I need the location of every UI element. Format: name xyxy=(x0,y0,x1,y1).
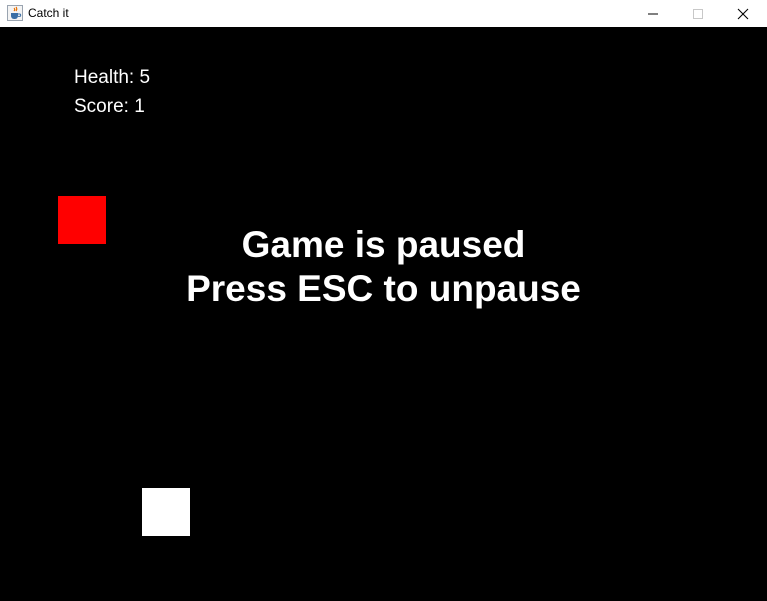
minimize-icon xyxy=(648,13,658,14)
player-block xyxy=(142,488,190,536)
pause-hint: Press ESC to unpause xyxy=(186,268,581,309)
pause-message: Game is paused Press ESC to unpause xyxy=(0,223,767,311)
score-counter: Score: 1 xyxy=(74,96,145,117)
minimize-button[interactable] xyxy=(630,0,676,27)
maximize-button[interactable] xyxy=(675,0,721,27)
game-window: Catch it Health: 5 Score: 1 Game is paus… xyxy=(0,0,767,601)
close-button[interactable] xyxy=(720,0,766,27)
pause-title: Game is paused xyxy=(241,224,526,265)
java-cup-icon xyxy=(7,5,23,21)
health-counter: Health: 5 xyxy=(74,67,151,88)
game-canvas[interactable]: Health: 5 Score: 1 Game is paused Press … xyxy=(0,27,767,601)
window-title: Catch it xyxy=(28,6,69,20)
title-bar[interactable]: Catch it xyxy=(0,0,767,27)
maximize-icon xyxy=(693,8,703,19)
close-icon xyxy=(737,8,749,19)
